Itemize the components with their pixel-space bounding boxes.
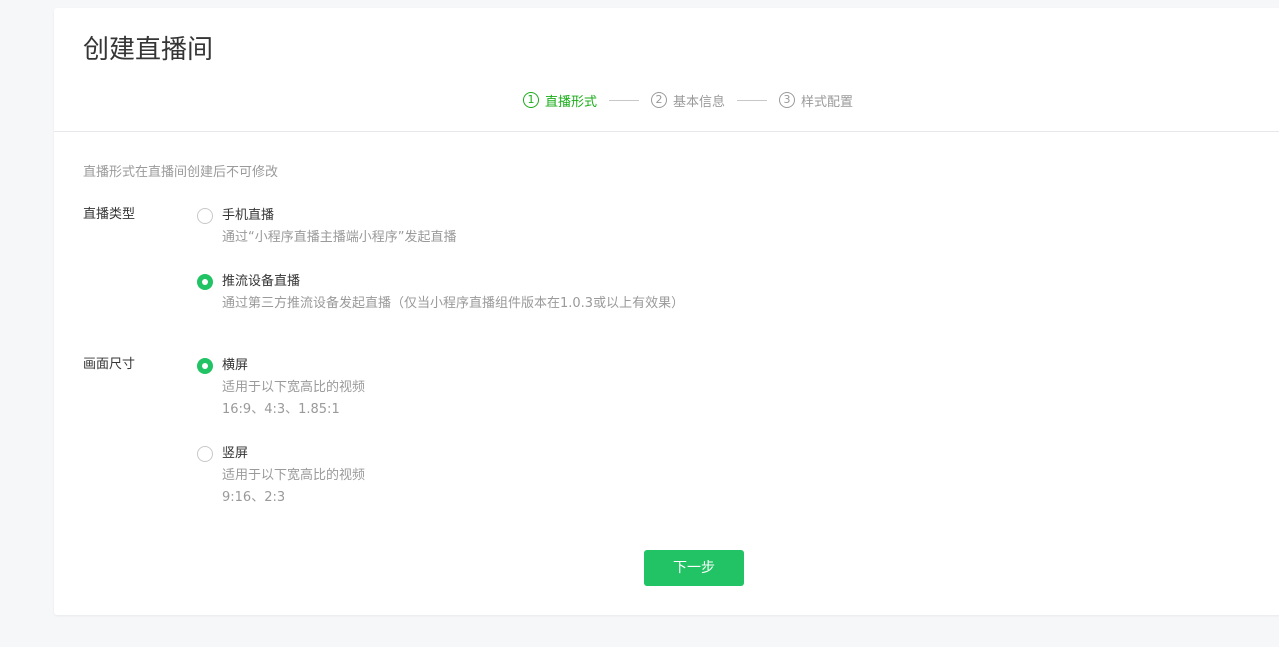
page-title: 创建直播间 xyxy=(83,35,214,65)
option-desc: 适用于以下宽高比的视频 xyxy=(222,468,366,483)
option-title: 手机直播 xyxy=(222,208,275,223)
create-live-room-card: 创建直播间 1 直播形式 2 基本信息 3 样式配置 直播形式在直播间创建后不可… xyxy=(54,8,1279,615)
step-connector xyxy=(737,99,768,101)
page-header: 创建直播间 1 直播形式 2 基本信息 3 样式配置 xyxy=(54,8,1279,132)
radio-stream-device-live[interactable] xyxy=(197,274,213,290)
option-ratios: 9:16、2:3 xyxy=(222,490,286,505)
step-3-label: 样式配置 xyxy=(801,94,854,110)
next-step-button[interactable]: 下一步 xyxy=(644,550,744,586)
step-3: 3 样式配置 xyxy=(779,91,853,110)
step-indicator: 1 直播形式 2 基本信息 3 样式配置 xyxy=(523,88,853,112)
step-1: 1 直播形式 xyxy=(523,91,597,110)
option-title: 竖屏 xyxy=(222,446,249,461)
radio-portrait[interactable] xyxy=(197,446,213,462)
option-title: 横屏 xyxy=(222,358,249,373)
radio-landscape[interactable] xyxy=(197,358,213,374)
step-connector xyxy=(609,99,640,101)
option-title: 推流设备直播 xyxy=(222,274,301,289)
screen-size-label: 画面尺寸 xyxy=(83,357,136,372)
option-desc: 适用于以下宽高比的视频 xyxy=(222,380,366,395)
option-desc: 通过第三方推流设备发起直播（仅当小程序直播组件版本在1.0.3或以上有效果） xyxy=(222,296,685,311)
form-tip: 直播形式在直播间创建后不可修改 xyxy=(83,165,279,180)
step-1-label: 直播形式 xyxy=(545,94,598,110)
radio-phone-live[interactable] xyxy=(197,208,213,224)
live-type-label: 直播类型 xyxy=(83,207,136,222)
option-desc: 通过“小程序直播主播端小程序”发起直播 xyxy=(222,230,457,245)
step-2: 2 基本信息 xyxy=(651,91,725,110)
step-1-number: 1 xyxy=(523,92,539,108)
step-3-number: 3 xyxy=(779,92,796,108)
step-2-number: 2 xyxy=(651,92,668,108)
step-2-label: 基本信息 xyxy=(673,94,726,110)
option-ratios: 16:9、4:3、1.85:1 xyxy=(222,402,340,417)
